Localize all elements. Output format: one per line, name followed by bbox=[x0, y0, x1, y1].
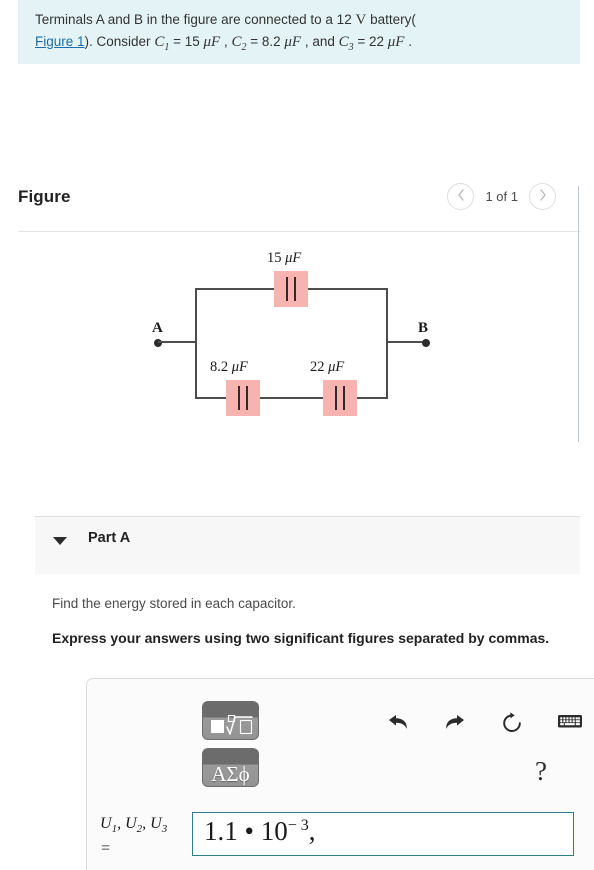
capacitor-c1-plate-left bbox=[286, 277, 288, 301]
figure-header: Figure 1 of 1 bbox=[18, 183, 580, 233]
statement-text-consider: ). Consider bbox=[84, 34, 155, 49]
capacitor-c3-label: 22 μF bbox=[310, 359, 344, 376]
answer-label-u3: U3 bbox=[150, 815, 168, 836]
problem-statement-banner: Terminals A and B in the figure are conn… bbox=[18, 0, 580, 64]
answer-input[interactable]: 1.1 • 10− 3, bbox=[192, 812, 574, 856]
answer-label: U1, U2, U3 = bbox=[100, 815, 168, 858]
capacitor-c2-plate-right bbox=[246, 386, 248, 410]
capacitor-c1-plate-right bbox=[294, 277, 296, 301]
answer-value: 1.1 • 10− 3, bbox=[204, 816, 315, 847]
terminal-b-node bbox=[422, 339, 430, 347]
c2-value: = 8.2 bbox=[246, 34, 285, 49]
statement-text-b: battery( bbox=[366, 12, 416, 27]
collapse-caret-icon[interactable] bbox=[53, 537, 67, 545]
capacitor-c1-highlight bbox=[274, 271, 308, 307]
figure-title: Figure bbox=[18, 187, 71, 206]
capacitor-c3-unit: μF bbox=[328, 359, 345, 375]
sqrt-icon bbox=[210, 714, 254, 737]
greek-symbols-label: ΑΣϕ bbox=[211, 762, 250, 786]
capacitor-c3-plate-left bbox=[335, 386, 337, 410]
volt-unit: V bbox=[355, 12, 367, 28]
statement-period: . bbox=[404, 34, 412, 49]
capacitor-c2-plate-left bbox=[238, 386, 240, 410]
keyboard-icon[interactable] bbox=[557, 711, 582, 735]
terminal-b-label: B bbox=[418, 320, 429, 336]
chevron-left-icon bbox=[457, 189, 465, 204]
c3-value: = 22 bbox=[353, 34, 388, 49]
figure-page-count: 1 of 1 bbox=[485, 189, 518, 204]
figure-divider bbox=[18, 231, 580, 232]
c1-symbol: C1 bbox=[154, 34, 170, 53]
answer-trailing-comma: , bbox=[308, 816, 316, 846]
c1-value: = 15 bbox=[169, 34, 204, 49]
statement-text-a: Terminals A and B in the figure are conn… bbox=[35, 12, 356, 27]
wire-lead-b bbox=[388, 341, 426, 343]
capacitor-c2-highlight bbox=[226, 380, 260, 416]
part-a-title: Part A bbox=[88, 530, 131, 546]
capacitor-c3-plate-right bbox=[343, 386, 345, 410]
capacitor-c1-label: 15 μF bbox=[267, 250, 301, 267]
answer-label-u2: U2 bbox=[125, 815, 143, 836]
figure-next-button[interactable] bbox=[529, 183, 556, 210]
capacitor-c3-highlight bbox=[323, 380, 357, 416]
answer-mantissa: 1.1 • 10 bbox=[204, 816, 288, 846]
capacitor-c3-value: 22 bbox=[310, 359, 325, 375]
help-icon[interactable]: ? bbox=[535, 756, 547, 787]
figure-pager: 1 of 1 bbox=[447, 183, 556, 210]
answer-exponent: − 3 bbox=[287, 817, 309, 834]
wire-right-vertical bbox=[386, 288, 388, 399]
chevron-right-icon bbox=[539, 189, 547, 204]
sqrt-template-button[interactable] bbox=[202, 701, 259, 740]
answer-toolbar bbox=[386, 711, 582, 735]
capacitor-c2-label: 8.2 μF bbox=[210, 359, 248, 376]
c2-unit: μF bbox=[284, 34, 302, 50]
figure-prev-button[interactable] bbox=[447, 183, 475, 210]
separator-2: , and bbox=[301, 34, 339, 49]
part-a-instruction: Express your answers using two significa… bbox=[52, 630, 550, 646]
c3-symbol: C3 bbox=[338, 34, 354, 53]
circuit-diagram: A B 15 μF 8.2 μF 22 μF bbox=[140, 240, 450, 420]
c3-unit: μF bbox=[387, 34, 405, 50]
wire-left-vertical bbox=[195, 288, 197, 399]
capacitor-c1-value: 15 bbox=[267, 250, 282, 266]
capacitor-c2-unit: μF bbox=[231, 359, 248, 375]
figure-viewport-right-rule bbox=[578, 186, 579, 442]
greek-symbols-button[interactable]: ΑΣϕ bbox=[202, 748, 259, 787]
undo-icon[interactable] bbox=[386, 711, 410, 735]
symbol-palette: ΑΣϕ bbox=[202, 701, 259, 795]
redo-icon[interactable] bbox=[443, 711, 467, 735]
figure-1-link[interactable]: Figure 1 bbox=[35, 34, 85, 49]
c2-symbol: C2 bbox=[231, 34, 247, 53]
answer-label-u1: U1 bbox=[100, 815, 118, 836]
problem-statement-line-2: Figure 1). Consider C1 = 15 μF , C2 = 8.… bbox=[35, 31, 566, 58]
part-a-question: Find the energy stored in each capacitor… bbox=[52, 596, 296, 611]
wire-lead-a bbox=[158, 341, 196, 343]
terminal-a-label: A bbox=[152, 320, 163, 336]
problem-statement-line-1: Terminals A and B in the figure are conn… bbox=[35, 9, 566, 31]
capacitor-c1-unit: μF bbox=[285, 250, 302, 266]
capacitor-c2-value: 8.2 bbox=[210, 359, 229, 375]
c1-unit: μF bbox=[203, 34, 221, 50]
separator-1: , bbox=[220, 34, 232, 49]
reset-icon[interactable] bbox=[500, 711, 524, 735]
part-a-header[interactable]: Part A bbox=[35, 516, 580, 574]
answer-label-equals: = bbox=[100, 840, 111, 858]
wire-bottom-horizontal bbox=[195, 397, 388, 399]
